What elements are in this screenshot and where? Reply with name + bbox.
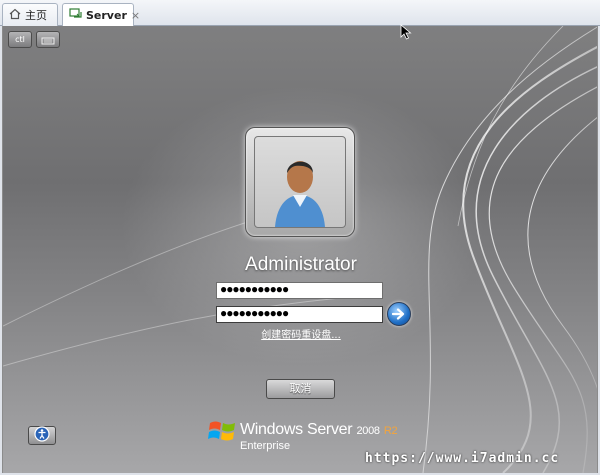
brand-edition: Enterprise [240,440,291,452]
site-watermark: https://www.i7admin.cc [365,451,560,466]
home-icon [9,8,21,23]
brand-product-name: Windows Server 2008 R2 [240,421,398,439]
ease-of-access-button[interactable] [28,425,56,446]
avatar [254,136,346,228]
user-avatar-frame [245,127,355,237]
user-silhouette-icon [275,161,325,227]
brand-version: 2008 [356,425,380,437]
background-swirl [3,26,597,473]
close-tab-icon[interactable]: × [131,9,140,22]
windows-logo-icon [208,421,235,441]
keyboard-button[interactable] [36,31,60,48]
tab-home[interactable]: 主页 [2,3,58,26]
keyboard-icon [41,30,55,49]
password-field[interactable]: ●●●●●●●●●●● [216,282,383,299]
arrow-right-icon [391,305,406,324]
ctrl-alt-del-icon: ctl [15,35,25,44]
tab-server[interactable]: Server × [62,3,140,26]
mouse-cursor-icon [400,24,412,40]
windows-server-branding: Windows Server 2008 R2 Enterprise [208,415,408,455]
tab-bar: 主页 Server × [0,0,600,26]
ctrl-alt-del-button[interactable]: ctl [8,31,32,48]
brand-product: Windows Server [240,421,353,438]
tab-server-label: Server [86,8,127,22]
username-label: Administrator [245,254,357,275]
vm-console-icon [69,7,82,23]
cancel-button[interactable]: 取消 [266,379,335,399]
ease-of-access-icon [34,425,50,446]
tab-home-label: 主页 [25,9,47,22]
brand-release: R2 [383,425,398,437]
confirm-password-field[interactable]: ●●●●●●●●●●● [216,306,383,323]
remote-console-screen[interactable]: ctl Administrator ●●●●●●●●●●● ●●●●●●●●●●… [2,26,598,473]
create-reset-disk-link[interactable]: 创建密码重设盘... [3,326,597,341]
submit-button[interactable] [387,302,411,326]
